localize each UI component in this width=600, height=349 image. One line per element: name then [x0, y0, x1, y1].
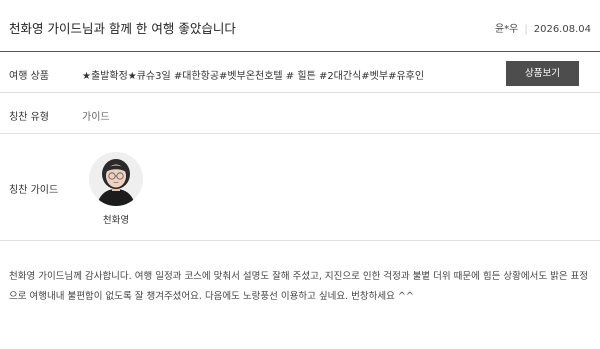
review-body: 천화영 가이드님께 감사합니다. 여행 일정과 코스에 맞춰서 설명도 잘해 주… — [9, 271, 589, 302]
praise-guide-row: 칭찬 가이드 천화영 — [0, 134, 600, 241]
praise-guide-label: 칭찬 가이드 — [9, 185, 59, 196]
review-date: 2026.08.04 — [533, 24, 591, 35]
review-author: 윤*우 — [494, 24, 519, 35]
review-header: 천화영 가이드님과 함께 한 여행 좋았습니다 윤*우 | 2026.08.04 — [0, 0, 600, 52]
praise-type-row: 칭찬 유형 가이드 — [0, 93, 600, 134]
praise-type-label: 칭찬 유형 — [9, 112, 49, 123]
guide-card: 천화영 — [88, 152, 144, 226]
guide-photo-icon — [89, 152, 143, 206]
view-product-button[interactable]: 상품보기 — [506, 61, 579, 86]
product-label: 여행 상품 — [9, 71, 49, 82]
guide-avatar — [89, 152, 143, 206]
product-name: ★출발확정★큐슈3일 #대한항공#벳부온천호텔 # 힐튼 #2대간식#벳부#유후… — [82, 71, 425, 82]
review-meta: 윤*우 | 2026.08.04 — [495, 20, 591, 35]
meta-divider: | — [524, 24, 528, 35]
product-row: 여행 상품 ★출발확정★큐슈3일 #대한항공#벳부온천호텔 # 힐튼 #2대간식… — [0, 52, 600, 93]
guide-name: 천화영 — [102, 215, 130, 226]
review-title: 천화영 가이드님과 함께 한 여행 좋았습니다 — [9, 21, 236, 36]
praise-type-value: 가이드 — [82, 112, 110, 123]
